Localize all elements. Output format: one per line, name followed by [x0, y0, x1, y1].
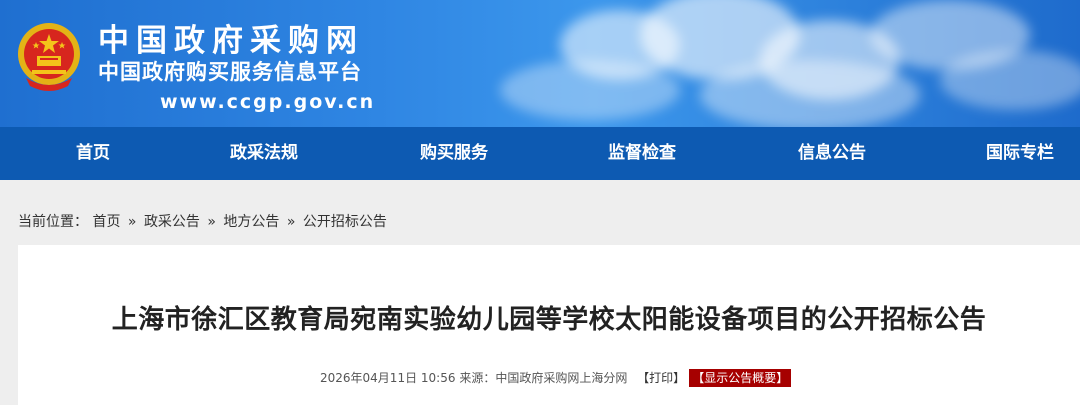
- site-subtitle: 中国政府购买服务信息平台: [98, 60, 362, 84]
- site-header: 中国政府采购网 中国政府购买服务信息平台 www.ccgp.gov.cn: [0, 0, 1080, 127]
- publish-datetime: 2026年04月11日 10:56: [320, 371, 456, 385]
- breadcrumb-open-tender[interactable]: 公开招标公告: [303, 214, 387, 230]
- source-name: 中国政府采购网上海分网: [495, 371, 628, 385]
- show-summary-button[interactable]: 【显示公告概要】: [689, 369, 792, 387]
- nav-item-regulations[interactable]: 政采法规: [230, 127, 298, 180]
- main-nav: 首页 政采法规 购买服务 监督检查 信息公告 国际专栏: [0, 127, 1080, 180]
- breadcrumb-home[interactable]: 首页: [92, 214, 120, 230]
- breadcrumb-procurement-announcements[interactable]: 政采公告: [144, 214, 200, 230]
- breadcrumb-separator: »: [286, 214, 296, 230]
- breadcrumb: 当前位置： 首页 » 政采公告 » 地方公告 » 公开招标公告: [18, 211, 387, 233]
- source-label: 来源：: [459, 371, 496, 385]
- article-title: 上海市徐汇区教育局宛南实验幼儿园等学校太阳能设备项目的公开招标公告: [111, 305, 987, 335]
- nav-item-announcements[interactable]: 信息公告: [798, 127, 866, 180]
- article-meta: 2026年04月11日 10:56 来源：中国政府采购网上海分网 【打印】 【显示…: [320, 368, 792, 388]
- nav-item-purchase-services[interactable]: 购买服务: [420, 127, 488, 180]
- breadcrumb-local-announcements[interactable]: 地方公告: [223, 214, 279, 230]
- cloud-decoration: [500, 60, 680, 120]
- print-link[interactable]: 【打印】: [637, 371, 685, 385]
- breadcrumb-prefix: 当前位置：: [18, 214, 88, 230]
- nav-item-supervision[interactable]: 监督检查: [608, 127, 676, 180]
- article-card: 上海市徐汇区教育局宛南实验幼儿园等学校太阳能设备项目的公开招标公告 2026年0…: [18, 245, 1080, 405]
- nav-item-international[interactable]: 国际专栏: [986, 127, 1054, 180]
- cloud-decoration: [940, 50, 1080, 110]
- breadcrumb-separator: »: [127, 214, 137, 230]
- breadcrumb-separator: »: [207, 214, 216, 230]
- site-url: www.ccgp.gov.cn: [160, 91, 376, 113]
- site-title: 中国政府采购网: [98, 23, 364, 59]
- cloud-decoration: [700, 60, 920, 127]
- nav-item-home[interactable]: 首页: [76, 127, 110, 180]
- national-emblem-icon: [18, 23, 80, 91]
